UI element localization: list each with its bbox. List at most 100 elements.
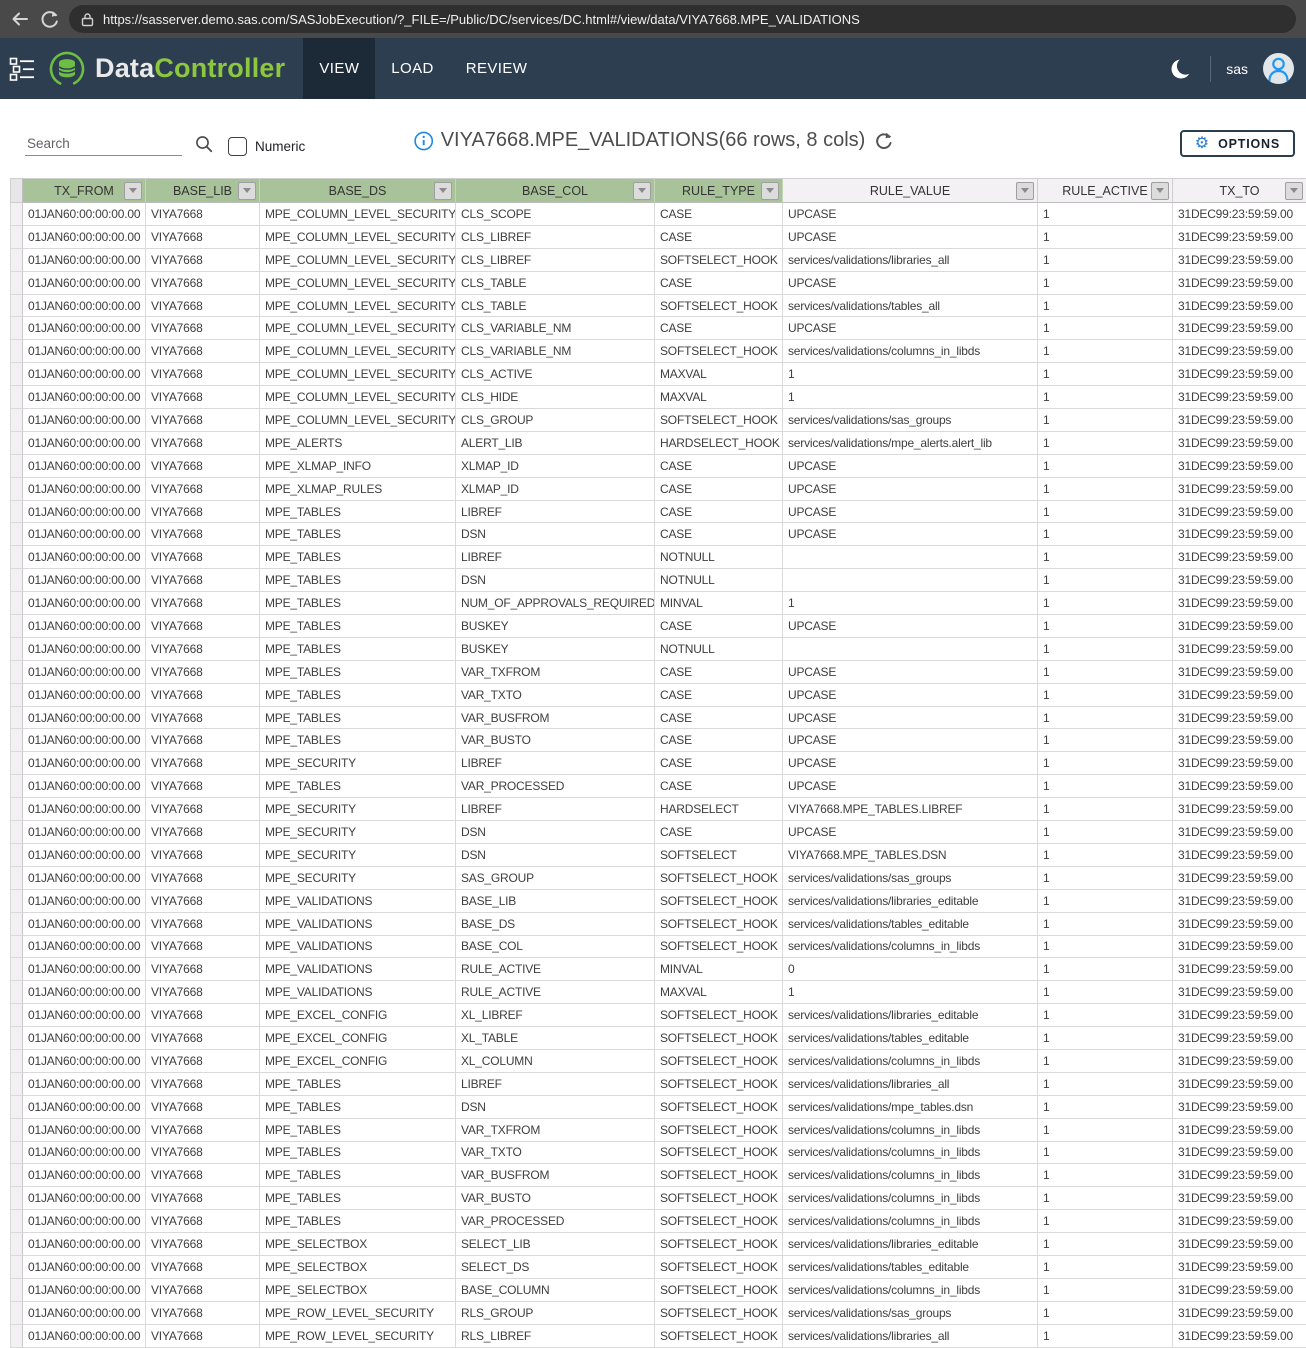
table-row: 01JAN60:00:00:00.00VIYA7668MPE_SECURITYL… xyxy=(10,752,1306,775)
grid-cell: 31DEC99:23:59:59.00 xyxy=(1173,867,1306,890)
grid-cell: 1 xyxy=(1038,936,1173,959)
tree-menu-icon[interactable] xyxy=(0,38,44,99)
grid-cell: CLS_VARIABLE_NM xyxy=(456,340,655,363)
row-handle[interactable] xyxy=(10,775,23,798)
row-handle[interactable] xyxy=(10,1325,23,1348)
row-handle[interactable] xyxy=(10,661,23,684)
row-handle[interactable] xyxy=(10,615,23,638)
row-handle[interactable] xyxy=(10,501,23,524)
row-handle[interactable] xyxy=(10,1004,23,1027)
row-handle[interactable] xyxy=(10,1027,23,1050)
grid-cell: 1 xyxy=(1038,409,1173,432)
row-handle[interactable] xyxy=(10,1279,23,1302)
grid-cell: MPE_TABLES xyxy=(260,1096,456,1119)
column-header-RULE_VALUE[interactable]: RULE_VALUE xyxy=(783,178,1038,203)
brand-logo[interactable]: DataController xyxy=(44,38,285,99)
row-handle[interactable] xyxy=(10,1096,23,1119)
row-handle[interactable] xyxy=(10,546,23,569)
row-handle[interactable] xyxy=(10,317,23,340)
row-handle[interactable] xyxy=(10,958,23,981)
row-handle[interactable] xyxy=(10,1187,23,1210)
row-handle[interactable] xyxy=(10,890,23,913)
filter-dropdown-icon[interactable] xyxy=(434,182,452,200)
row-handle[interactable] xyxy=(10,1119,23,1142)
grid-cell: CASE xyxy=(655,226,783,249)
row-handle[interactable] xyxy=(10,981,23,1004)
info-icon[interactable] xyxy=(414,131,434,151)
search-icon[interactable] xyxy=(195,135,213,158)
table-row: 01JAN60:00:00:00.00VIYA7668MPE_COLUMN_LE… xyxy=(10,295,1306,318)
tab-load[interactable]: LOAD xyxy=(375,38,449,99)
user-avatar[interactable] xyxy=(1263,53,1294,84)
dark-mode-moon-icon[interactable] xyxy=(1169,56,1195,82)
row-handle[interactable] xyxy=(10,684,23,707)
row-handle[interactable] xyxy=(10,272,23,295)
row-handle[interactable] xyxy=(10,1142,23,1165)
row-handle[interactable] xyxy=(10,455,23,478)
row-handle[interactable] xyxy=(10,752,23,775)
grid-cell: services/validations/columns_in_libds xyxy=(783,1119,1038,1142)
row-handle[interactable] xyxy=(10,295,23,318)
row-handle[interactable] xyxy=(10,478,23,501)
column-header-RULE_TYPE[interactable]: RULE_TYPE xyxy=(655,178,783,203)
filter-dropdown-icon[interactable] xyxy=(1151,182,1169,200)
row-handle[interactable] xyxy=(10,1050,23,1073)
grid-cell: VIYA7668 xyxy=(146,1073,260,1096)
filter-dropdown-icon[interactable] xyxy=(124,182,142,200)
numeric-checkbox[interactable] xyxy=(228,137,247,156)
row-handle[interactable] xyxy=(10,203,23,226)
tab-review[interactable]: REVIEW xyxy=(450,38,544,99)
column-header-BASE_LIB[interactable]: BASE_LIB xyxy=(146,178,260,203)
url-bar[interactable]: https://sasserver.demo.sas.com/SASJobExe… xyxy=(69,5,1296,33)
row-handle[interactable] xyxy=(10,363,23,386)
row-handle[interactable] xyxy=(10,1073,23,1096)
column-header-TX_FROM[interactable]: TX_FROM xyxy=(23,178,146,203)
filter-dropdown-icon[interactable] xyxy=(761,182,779,200)
row-handle[interactable] xyxy=(10,340,23,363)
row-handle[interactable] xyxy=(10,226,23,249)
row-handle[interactable] xyxy=(10,409,23,432)
row-handle[interactable] xyxy=(10,913,23,936)
row-handle[interactable] xyxy=(10,936,23,959)
select-all-handle[interactable] xyxy=(10,178,23,203)
grid-cell: services/validations/columns_in_libds xyxy=(783,1050,1038,1073)
column-header-RULE_ACTIVE[interactable]: RULE_ACTIVE xyxy=(1038,178,1173,203)
table-row: 01JAN60:00:00:00.00VIYA7668MPE_COLUMN_LE… xyxy=(10,317,1306,340)
grid-cell: XLMAP_ID xyxy=(456,455,655,478)
filter-dropdown-icon[interactable] xyxy=(238,182,256,200)
row-handle[interactable] xyxy=(10,638,23,661)
filter-dropdown-icon[interactable] xyxy=(1285,182,1303,200)
column-header-BASE_DS[interactable]: BASE_DS xyxy=(260,178,456,203)
row-handle[interactable] xyxy=(10,821,23,844)
row-handle[interactable] xyxy=(10,592,23,615)
refresh-icon[interactable] xyxy=(874,131,892,150)
row-handle[interactable] xyxy=(10,1164,23,1187)
column-header-TX_TO[interactable]: TX_TO xyxy=(1173,178,1306,203)
page-title: VIYA7668.MPE_VALIDATIONS(66 rows, 8 cols… xyxy=(441,129,866,152)
row-handle[interactable] xyxy=(10,798,23,821)
row-handle[interactable] xyxy=(10,707,23,730)
grid-cell: 01JAN60:00:00:00.00 xyxy=(23,295,146,318)
row-handle[interactable] xyxy=(10,1302,23,1325)
grid-cell: 01JAN60:00:00:00.00 xyxy=(23,890,146,913)
row-handle[interactable] xyxy=(10,432,23,455)
row-handle[interactable] xyxy=(10,569,23,592)
row-handle[interactable] xyxy=(10,1233,23,1256)
browser-refresh-icon[interactable] xyxy=(40,10,59,29)
row-handle[interactable] xyxy=(10,1256,23,1279)
row-handle[interactable] xyxy=(10,844,23,867)
back-icon[interactable] xyxy=(10,10,30,28)
row-handle[interactable] xyxy=(10,1210,23,1233)
row-handle[interactable] xyxy=(10,386,23,409)
column-header-BASE_COL[interactable]: BASE_COL xyxy=(456,178,655,203)
grid-cell: VIYA7668 xyxy=(146,1027,260,1050)
filter-dropdown-icon[interactable] xyxy=(633,182,651,200)
filter-dropdown-icon[interactable] xyxy=(1016,182,1034,200)
row-handle[interactable] xyxy=(10,523,23,546)
search-input[interactable] xyxy=(25,132,182,156)
options-button[interactable]: ⚙ OPTIONS xyxy=(1180,130,1295,157)
row-handle[interactable] xyxy=(10,729,23,752)
row-handle[interactable] xyxy=(10,867,23,890)
tab-view[interactable]: VIEW xyxy=(303,38,375,99)
row-handle[interactable] xyxy=(10,249,23,272)
